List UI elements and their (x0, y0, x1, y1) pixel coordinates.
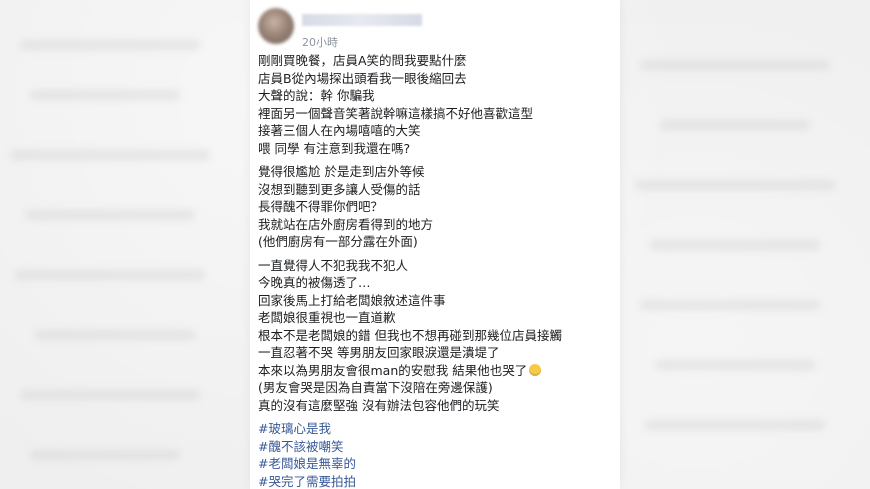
avatar[interactable] (258, 8, 294, 44)
post-line: 一直覺得人不犯我我不犯人 (258, 257, 409, 273)
post-line: 真的沒有這麼堅強 沒有辦法包容他們的玩笑 (258, 397, 500, 413)
post-line: 我就站在店外廚房看得到的地方 (258, 216, 434, 232)
social-post: 20小時 剛剛買晚餐，店員A笑的問我要點什麼 店員B從內場探出頭看我一眼後縮回去… (250, 0, 620, 489)
post-line: 接著三個人在內場嘻嘻的大笑 (258, 123, 421, 138)
post-line: 裡面另一個聲音笑著說幹嘛這樣搞不好他喜歡這型 (258, 105, 534, 121)
post-timestamp[interactable]: 20小時 (302, 34, 338, 50)
post-line: 喂 同學 有注意到我還在嗎? (258, 140, 411, 156)
paragraph: 剛剛買晚餐，店員A笑的問我要點什麼 店員B從內場探出頭看我一眼後縮回去 大聲的說… (258, 52, 608, 157)
post-line-with-emoji: 本來以為男朋友會很man的安慰我 結果他也哭了 (258, 362, 608, 380)
post-line: 覺得很尷尬 於是走到店外等候 (258, 164, 425, 179)
post-line: 回家後馬上打給老闆娘敘述這件事 (258, 292, 446, 308)
post-line: 老闆娘很重視也一直道歉 (258, 310, 396, 325)
post-line: 長得醜不得罪你們吧？ (258, 199, 384, 214)
post-line: 大聲的說：幹 你騙我 (258, 88, 375, 103)
crying-face-icon (529, 363, 542, 376)
post-line: 剛剛買晚餐，店員A笑的問我要點什麼 (258, 53, 467, 68)
blurred-background-left (0, 0, 250, 489)
paragraph: 一直覺得人不犯我我不犯人 今晚真的被傷透了… 回家後馬上打給老闆娘敘述這件事 老… (258, 257, 608, 415)
post-line: (男友會哭是因為自責當下沒陪在旁邊保護) (258, 380, 493, 395)
paragraph: 覺得很尷尬 於是走到店外等候 沒想到聽到更多讓人受傷的話 長得醜不得罪你們吧？ … (258, 163, 608, 251)
hashtag-link[interactable]: #哭完了需要拍拍 (258, 473, 608, 489)
post-line: 店員B從內場探出頭看我一眼後縮回去 (258, 70, 467, 86)
post-header: 20小時 (258, 6, 608, 49)
post-line-text: 本來以為男朋友會很man的安慰我 結果他也哭了 (258, 362, 528, 378)
screenshot-canvas: 20小時 剛剛買晚餐，店員A笑的問我要點什麼 店員B從內場探出頭看我一眼後縮回去… (0, 0, 870, 489)
hashtag-list: #玻璃心是我 #醜不該被嘲笑 #老闆娘是無辜的 #哭完了需要拍拍 (258, 420, 608, 489)
hashtag-link[interactable]: #醜不該被嘲笑 (258, 438, 608, 456)
post-line: (他們廚房有一部分露在外面) (258, 234, 418, 249)
post-line: 根本不是老闆娘的錯 但我也不想再碰到那幾位店員接觸 (258, 327, 562, 343)
post-line: 一直忍著不哭 等男朋友回家眼淚還是潰堤了 (258, 345, 500, 360)
hashtag-link[interactable]: #老闆娘是無辜的 (258, 455, 608, 473)
post-body: 剛剛買晚餐，店員A笑的問我要點什麼 店員B從內場探出頭看我一眼後縮回去 大聲的說… (258, 52, 608, 489)
hashtag-link[interactable]: #玻璃心是我 (258, 420, 608, 438)
post-line: 今晚真的被傷透了… (258, 275, 371, 290)
post-line: 沒想到聽到更多讓人受傷的話 (258, 181, 421, 197)
blurred-background-right (620, 0, 870, 489)
author-name-redacted[interactable] (302, 14, 422, 26)
